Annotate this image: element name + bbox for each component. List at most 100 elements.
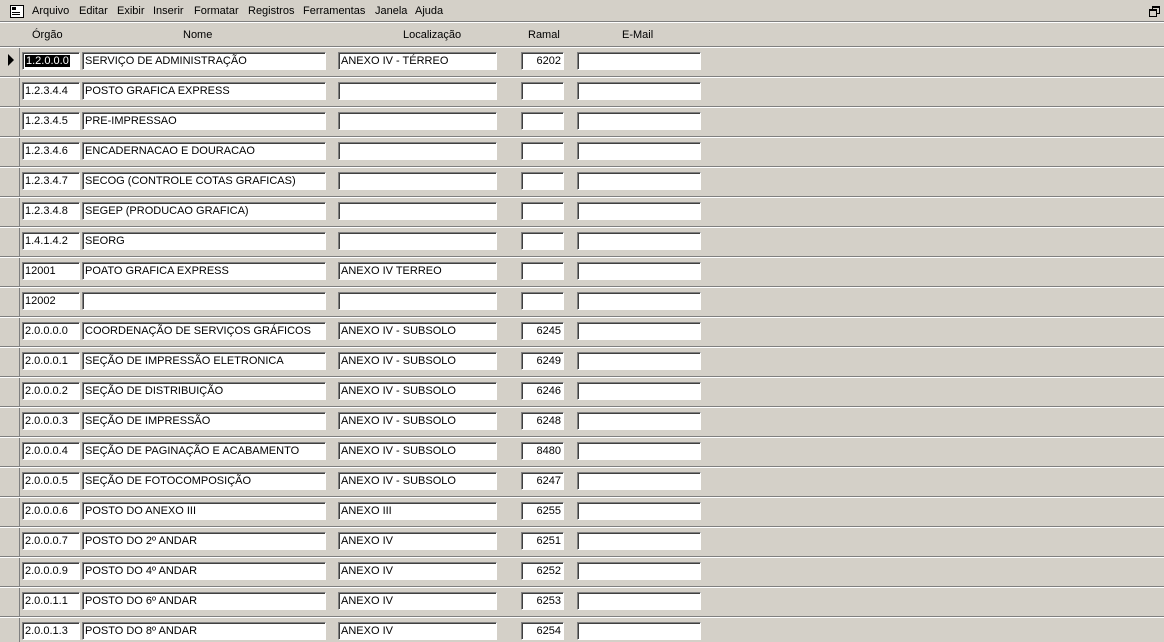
localizacao-field[interactable]: ANEXO IV <box>338 532 497 550</box>
record-selector[interactable] <box>0 438 20 467</box>
nome-field[interactable]: POSTO DO 2º ANDAR <box>82 532 326 550</box>
nome-field[interactable]: SECOG (CONTROLE COTAS GRAFICAS) <box>82 172 326 190</box>
localizacao-field[interactable]: ANEXO IV - SUBSOLO <box>338 412 497 430</box>
menu-ferramentas[interactable]: Ferramentas <box>303 5 365 17</box>
email-field[interactable] <box>577 532 701 550</box>
localizacao-field[interactable]: ANEXO IV - SUBSOLO <box>338 382 497 400</box>
orgao-field[interactable]: 2.0.0.1.1 <box>22 592 80 610</box>
email-field[interactable] <box>577 112 701 130</box>
ramal-field[interactable]: 6202 <box>521 52 564 70</box>
orgao-field[interactable]: 2.0.0.0.7 <box>22 532 80 550</box>
localizacao-field[interactable] <box>338 172 497 190</box>
orgao-field[interactable]: 2.0.0.0.3 <box>22 412 80 430</box>
localizacao-field[interactable]: ANEXO IV - TÉRREO <box>338 52 497 70</box>
menu-formatar[interactable]: Formatar <box>194 5 239 17</box>
nome-field[interactable]: SEÇÃO DE PAGINAÇÃO E ACABAMENTO <box>82 442 326 460</box>
ramal-field[interactable] <box>521 232 564 250</box>
record-selector[interactable] <box>0 168 20 197</box>
record-selector[interactable] <box>0 348 20 377</box>
record-selector[interactable] <box>0 378 20 407</box>
ramal-field[interactable] <box>521 172 564 190</box>
localizacao-field[interactable]: ANEXO IV - SUBSOLO <box>338 352 497 370</box>
record-selector[interactable] <box>0 558 20 587</box>
localizacao-field[interactable]: ANEXO III <box>338 502 497 520</box>
email-field[interactable] <box>577 472 701 490</box>
localizacao-field[interactable]: ANEXO IV - SUBSOLO <box>338 442 497 460</box>
localizacao-field[interactable] <box>338 232 497 250</box>
email-field[interactable] <box>577 382 701 400</box>
menu-arquivo[interactable]: Arquivo <box>32 5 69 17</box>
email-field[interactable] <box>577 412 701 430</box>
nome-field[interactable] <box>82 292 326 310</box>
record-selector[interactable] <box>0 498 20 527</box>
orgao-field[interactable]: 1.2.3.4.5 <box>22 112 80 130</box>
email-field[interactable] <box>577 52 701 70</box>
email-field[interactable] <box>577 622 701 640</box>
nome-field[interactable]: SEÇÃO DE DISTRIBUIÇÃO <box>82 382 326 400</box>
orgao-field[interactable]: 2.0.0.0.6 <box>22 502 80 520</box>
email-field[interactable] <box>577 262 701 280</box>
email-field[interactable] <box>577 142 701 160</box>
orgao-field[interactable]: 1.4.1.4.2 <box>22 232 80 250</box>
email-field[interactable] <box>577 172 701 190</box>
email-field[interactable] <box>577 322 701 340</box>
orgao-field[interactable]: 2.0.0.0.2 <box>22 382 80 400</box>
orgao-field[interactable]: 2.0.0.0.5 <box>22 472 80 490</box>
orgao-field[interactable]: 2.0.0.1.3 <box>22 622 80 640</box>
ramal-field[interactable] <box>521 112 564 130</box>
ramal-field[interactable]: 8480 <box>521 442 564 460</box>
record-selector[interactable] <box>0 138 20 167</box>
nome-field[interactable]: POSTO DO 4º ANDAR <box>82 562 326 580</box>
email-field[interactable] <box>577 232 701 250</box>
email-field[interactable] <box>577 442 701 460</box>
ramal-field[interactable]: 6253 <box>521 592 564 610</box>
localizacao-field[interactable]: ANEXO IV <box>338 622 497 640</box>
localizacao-field[interactable]: ANEXO IV - SUBSOLO <box>338 322 497 340</box>
nome-field[interactable]: POSTO DO 8º ANDAR <box>82 622 326 640</box>
orgao-field[interactable]: 1.2.3.4.7 <box>22 172 80 190</box>
record-selector[interactable] <box>0 318 20 347</box>
nome-field[interactable]: ENCADERNACAO E DOURACAO <box>82 142 326 160</box>
nome-field[interactable]: SEÇÃO DE FOTOCOMPOSIÇÃO <box>82 472 326 490</box>
localizacao-field[interactable] <box>338 112 497 130</box>
email-field[interactable] <box>577 592 701 610</box>
email-field[interactable] <box>577 502 701 520</box>
menu-inserir[interactable]: Inserir <box>153 5 184 17</box>
ramal-field[interactable]: 6247 <box>521 472 564 490</box>
ramal-field[interactable] <box>521 82 564 100</box>
menu-registros[interactable]: Registros <box>248 5 294 17</box>
orgao-field[interactable]: 2.0.0.0.1 <box>22 352 80 370</box>
record-selector[interactable] <box>0 468 20 497</box>
nome-field[interactable]: SEORG <box>82 232 326 250</box>
nome-field[interactable]: COORDENAÇÃO DE SERVIÇOS GRÁFICOS <box>82 322 326 340</box>
email-field[interactable] <box>577 352 701 370</box>
nome-field[interactable]: SERVIÇO DE ADMINISTRAÇÃO <box>82 52 326 70</box>
record-selector-current[interactable] <box>0 48 20 77</box>
orgao-field[interactable]: 1.2.3.4.6 <box>22 142 80 160</box>
ramal-field[interactable] <box>521 292 564 310</box>
localizacao-field[interactable]: ANEXO IV <box>338 592 497 610</box>
email-field[interactable] <box>577 82 701 100</box>
ramal-field[interactable] <box>521 202 564 220</box>
ramal-field[interactable]: 6251 <box>521 532 564 550</box>
orgao-field[interactable]: 2.0.0.0.9 <box>22 562 80 580</box>
menu-ajuda[interactable]: Ajuda <box>415 5 443 17</box>
localizacao-field[interactable]: ANEXO IV TERREO <box>338 262 497 280</box>
ramal-field[interactable]: 6248 <box>521 412 564 430</box>
ramal-field[interactable]: 6245 <box>521 322 564 340</box>
orgao-field[interactable]: 12001 <box>22 262 80 280</box>
menu-exibir[interactable]: Exibir <box>117 5 145 17</box>
menu-janela[interactable]: Janela <box>375 5 407 17</box>
nome-field[interactable]: POSTO DO 6º ANDAR <box>82 592 326 610</box>
form-icon[interactable] <box>10 5 24 18</box>
ramal-field[interactable]: 6249 <box>521 352 564 370</box>
restore-window-icon[interactable] <box>1149 6 1160 17</box>
nome-field[interactable]: SEÇÃO DE IMPRESSÃO <box>82 412 326 430</box>
record-selector[interactable] <box>0 228 20 257</box>
record-selector[interactable] <box>0 618 20 642</box>
email-field[interactable] <box>577 562 701 580</box>
nome-field[interactable]: SEÇÃO DE IMPRESSÃO ELETRONICA <box>82 352 326 370</box>
record-selector[interactable] <box>0 528 20 557</box>
record-selector[interactable] <box>0 258 20 287</box>
menu-editar[interactable]: Editar <box>79 5 108 17</box>
